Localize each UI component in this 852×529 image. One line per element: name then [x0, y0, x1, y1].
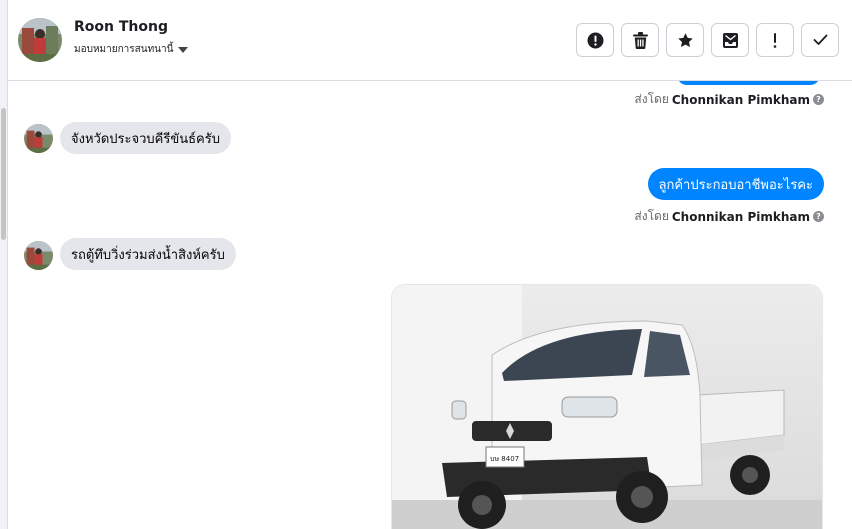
conversation-header: Roon Thong มอบหมายการสนทนานี้: [8, 0, 852, 81]
sent-by-name: Chonnikan Pimkham: [671, 92, 810, 107]
spam-button[interactable]: [576, 23, 614, 57]
incoming-message[interactable]: จังหวัดประจวบคีรีขันธ์ครับ: [60, 122, 231, 154]
scrollbar-thumb[interactable]: [1, 108, 6, 240]
exclamation-icon: [773, 32, 777, 48]
photo-attachment[interactable]: บษ 8407: [391, 284, 823, 529]
contact-name: Roon Thong: [74, 19, 168, 35]
delete-button[interactable]: [621, 23, 659, 57]
help-icon[interactable]: ?: [813, 211, 824, 222]
contact-avatar-small[interactable]: [24, 241, 53, 270]
trash-icon: [632, 31, 648, 49]
assign-conversation-dropdown[interactable]: มอบหมายการสนทนานี้: [74, 42, 189, 57]
alert-circle-icon: [587, 32, 603, 48]
left-scroll-strip: [0, 0, 8, 529]
contact-avatar-small[interactable]: [24, 124, 53, 153]
sent-by-name: Chonnikan Pimkham: [671, 209, 810, 224]
check-icon: [813, 34, 827, 45]
star-button[interactable]: [666, 23, 704, 57]
caret-down-icon: [178, 46, 189, 53]
mark-important-button[interactable]: [756, 23, 794, 57]
move-to-inbox-button[interactable]: [711, 23, 749, 57]
outgoing-message[interactable]: ลูกค้าประกอบอาชีพอะไรคะ: [647, 168, 824, 200]
sent-by-label: ส่งโดย Chonnikan Pimkham ?: [634, 207, 824, 226]
sent-by-prefix: ส่งโดย: [634, 209, 669, 223]
previous-outgoing-message: [677, 81, 820, 85]
help-icon[interactable]: ?: [813, 94, 824, 105]
sent-by-label: ส่งโดย Chonnikan Pimkham ?: [634, 90, 824, 109]
inbox-icon: [722, 32, 738, 48]
contact-avatar[interactable]: [18, 18, 62, 62]
message-thread[interactable]: ส่งโดย Chonnikan Pimkham ? จังหวัดประจวบ…: [8, 81, 852, 529]
incoming-message[interactable]: รถตู้ทึบวิ่งร่วมส่งน้ำสิงห์ครับ: [60, 238, 236, 270]
mark-done-button[interactable]: [801, 23, 839, 57]
assign-label: มอบหมายการสนทนานี้: [74, 44, 174, 55]
conversation-actions: [576, 23, 839, 57]
star-icon: [677, 32, 693, 47]
sent-by-prefix: ส่งโดย: [634, 92, 669, 106]
license-plate-text: บษ 8407: [490, 455, 519, 463]
